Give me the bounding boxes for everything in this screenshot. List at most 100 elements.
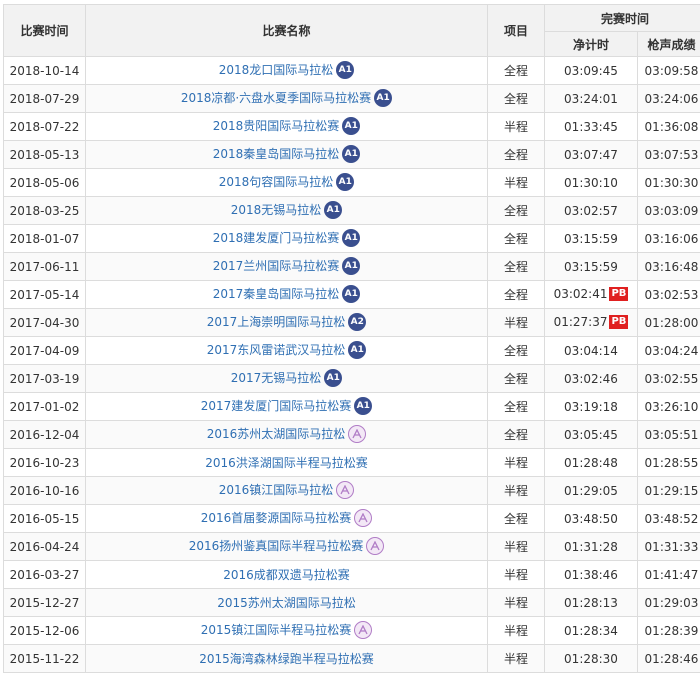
race-level-a1-badge-icon: A1 (348, 340, 367, 359)
gun-time: 03:16:06 (636, 224, 700, 253)
race-name-link[interactable]: 2016扬州鉴真国际半程马拉松赛 (189, 539, 364, 553)
gun-time: 01:31:33 (636, 532, 700, 561)
race-type: 半程 (487, 560, 545, 589)
race-level-a1-badge-icon: A1 (324, 368, 343, 387)
table-row: 2015-12-06 2015镇江国际半程马拉松赛 半程 01:28:34 01… (3, 616, 700, 645)
race-name-cell: 2017无锡马拉松 A1 (85, 364, 488, 393)
gun-time: 03:02:55 (636, 364, 700, 393)
gun-time: 01:29:03 (636, 588, 700, 617)
race-name-link[interactable]: 2016镇江国际马拉松 (219, 483, 334, 497)
gun-time: 01:41:47 (636, 560, 700, 589)
race-level-a1-badge-icon: A1 (342, 284, 361, 303)
race-name-link[interactable]: 2016成都双遗马拉松赛 (223, 568, 350, 582)
race-type: 半程 (487, 308, 545, 337)
race-type: 全程 (487, 280, 545, 309)
race-name-link[interactable]: 2015镇江国际半程马拉松赛 (201, 623, 352, 637)
net-time: 03:05:45 (544, 420, 638, 449)
net-time: 01:27:37 PB (544, 308, 638, 337)
gun-time: 03:04:24 (636, 336, 700, 365)
race-name-link[interactable]: 2018龙口国际马拉松 (219, 63, 334, 77)
race-level-a1-badge-icon: A1 (336, 60, 355, 79)
table-row: 2018-07-29 2018凉都·六盘水夏季国际马拉松赛 A1 全程 03:24… (3, 84, 700, 113)
net-time: 03:48:50 (544, 504, 638, 533)
race-name-link[interactable]: 2018秦皇岛国际马拉松 (213, 147, 340, 161)
gun-time: 01:36:08 (636, 112, 700, 141)
table-row: 2018-03-25 2018无锡马拉松 A1 全程 03:02:57 03:03… (3, 196, 700, 225)
race-name-link[interactable]: 2018无锡马拉松 (231, 203, 322, 217)
gun-time: 03:48:52 (636, 504, 700, 533)
race-name-link[interactable]: 2018凉都·六盘水夏季国际马拉松赛 (181, 91, 371, 105)
gun-time: 03:02:53 (636, 280, 700, 309)
race-level-a1-badge-icon: A1 (342, 116, 361, 135)
race-date: 2017-03-19 (3, 364, 86, 393)
header-finish-time: 完赛时间 (543, 4, 700, 32)
header-type: 项目 (487, 4, 545, 57)
table-row: 2016-12-04 2016苏州太湖国际马拉松 全程 03:05:45 03:… (3, 420, 700, 449)
net-time: 01:28:48 (544, 448, 638, 477)
race-date: 2018-03-25 (3, 196, 86, 225)
race-name-link[interactable]: 2018建发厦门马拉松赛 (213, 231, 340, 245)
race-name-cell: 2018句容国际马拉松 A1 (85, 168, 488, 197)
race-name-cell: 2016扬州鉴真国际半程马拉松赛 (85, 532, 488, 561)
race-date: 2016-05-15 (3, 504, 86, 533)
race-name-cell: 2015海湾森林绿跑半程马拉松赛 (85, 644, 488, 673)
race-name-link[interactable]: 2017无锡马拉松 (231, 371, 322, 385)
race-type: 全程 (487, 140, 545, 169)
race-date: 2017-04-09 (3, 336, 86, 365)
race-date: 2015-12-27 (3, 588, 86, 617)
race-name-link[interactable]: 2016首届婺源国际马拉松赛 (201, 511, 352, 525)
race-name-cell: 2018凉都·六盘水夏季国际马拉松赛 A1 (85, 84, 488, 113)
race-name-link[interactable]: 2016洪泽湖国际半程马拉松赛 (205, 456, 368, 470)
race-date: 2017-05-14 (3, 280, 86, 309)
net-time: 01:30:10 (544, 168, 638, 197)
race-name-link[interactable]: 2015苏州太湖国际马拉松 (217, 596, 356, 610)
race-name-cell: 2016洪泽湖国际半程马拉松赛 (85, 448, 488, 477)
table-row: 2015-12-27 2015苏州太湖国际马拉松 半程 01:28:13 01:… (3, 588, 700, 617)
race-type: 半程 (487, 476, 545, 505)
race-date: 2016-10-23 (3, 448, 86, 477)
race-name-link[interactable]: 2017建发厦门国际马拉松赛 (201, 399, 352, 413)
race-name-link[interactable]: 2017兰州国际马拉松赛 (213, 259, 340, 273)
race-level-a1-badge-icon: A1 (336, 172, 355, 191)
race-date: 2017-01-02 (3, 392, 86, 421)
net-time: 01:28:34 (544, 616, 638, 645)
race-level-a-badge-icon (366, 536, 385, 555)
gun-time: 03:03:09 (636, 196, 700, 225)
net-time: 03:15:59 (544, 224, 638, 253)
net-time: 03:24:01 (544, 84, 638, 113)
race-type: 全程 (487, 504, 545, 533)
table-row: 2016-04-24 2016扬州鉴真国际半程马拉松赛 半程 01:31:28 … (3, 532, 700, 561)
race-name-link[interactable]: 2015海湾森林绿跑半程马拉松赛 (199, 652, 374, 666)
race-level-a1-badge-icon: A1 (342, 144, 361, 163)
race-type: 半程 (487, 616, 545, 645)
net-time: 03:07:47 (544, 140, 638, 169)
race-type: 半程 (487, 168, 545, 197)
net-time: 03:19:18 (544, 392, 638, 421)
gun-time: 03:05:51 (636, 420, 700, 449)
race-type: 半程 (487, 532, 545, 561)
table-row: 2017-04-30 2017上海崇明国际马拉松 A2 半程 01:27:37 PB… (3, 308, 700, 337)
race-name-cell: 2017东风雷诺武汉马拉松 A1 (85, 336, 488, 365)
race-type: 全程 (487, 196, 545, 225)
race-level-a-badge-icon (348, 424, 367, 443)
race-name-cell: 2018无锡马拉松 A1 (85, 196, 488, 225)
race-type: 全程 (487, 392, 545, 421)
race-date: 2018-07-22 (3, 112, 86, 141)
race-name-link[interactable]: 2018贵阳国际马拉松赛 (213, 119, 340, 133)
race-date: 2017-04-30 (3, 308, 86, 337)
race-name-cell: 2016苏州太湖国际马拉松 (85, 420, 488, 449)
gun-time: 03:26:10 (636, 392, 700, 421)
race-level-a1-badge-icon: A1 (374, 88, 393, 107)
race-level-a1-badge-icon: A1 (324, 200, 343, 219)
race-name-link[interactable]: 2018句容国际马拉松 (219, 175, 334, 189)
table-row: 2017-05-14 2017秦皇岛国际马拉松 A1 全程 03:02:41 PB … (3, 280, 700, 309)
race-name-link[interactable]: 2016苏州太湖国际马拉松 (207, 427, 346, 441)
net-time: 03:02:46 (544, 364, 638, 393)
net-time: 03:04:14 (544, 336, 638, 365)
race-name-link[interactable]: 2017东风雷诺武汉马拉松 (207, 343, 346, 357)
race-name-link[interactable]: 2017秦皇岛国际马拉松 (213, 287, 340, 301)
table-row: 2018-10-14 2018龙口国际马拉松 A1 全程 03:09:45 03:… (3, 56, 700, 85)
race-name-link[interactable]: 2017上海崇明国际马拉松 (207, 315, 346, 329)
race-name-cell: 2017秦皇岛国际马拉松 A1 (85, 280, 488, 309)
race-type: 全程 (487, 224, 545, 253)
